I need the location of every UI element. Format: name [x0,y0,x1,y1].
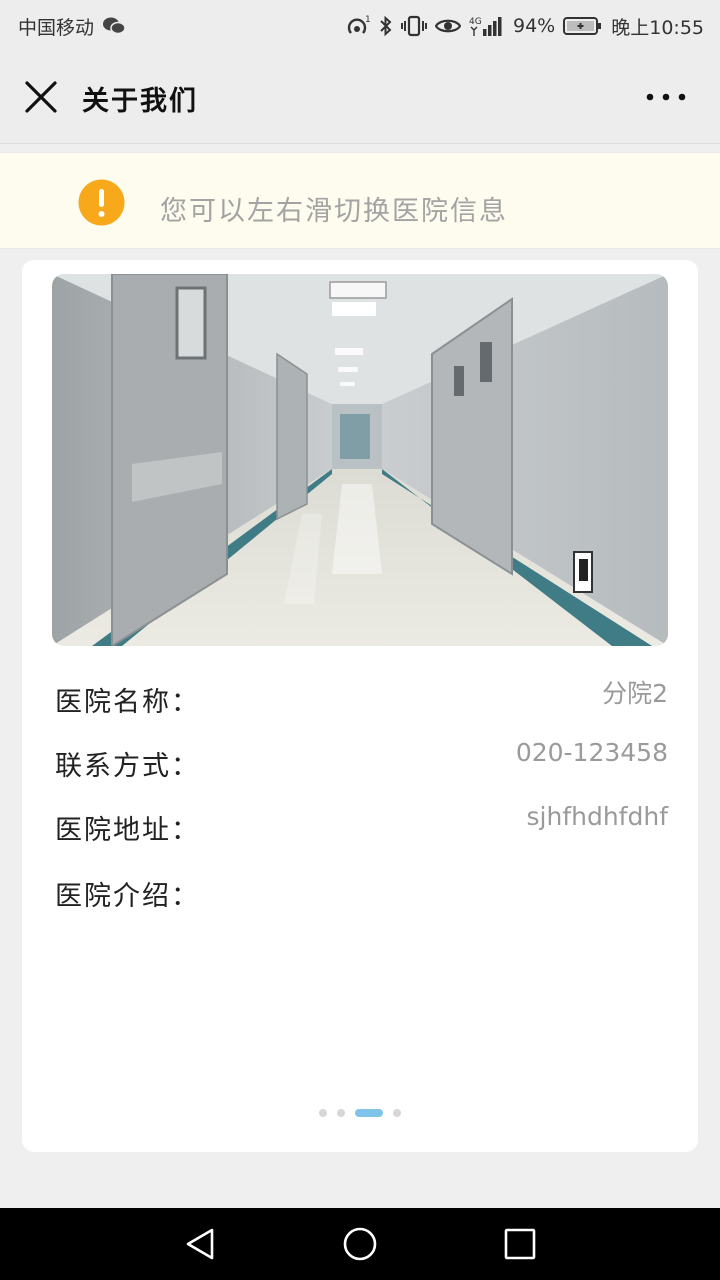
carousel-indicator [22,1108,698,1118]
carousel-dot-active[interactable] [355,1109,383,1117]
home-icon[interactable] [342,1226,378,1262]
eye-icon [435,17,461,35]
clock: 晚上10:55 [611,16,704,39]
warning-icon [78,179,125,226]
contact-label: 联系方式： [55,751,200,782]
hospital-card[interactable]: 医院名称： 分院2 联系方式： 020-123458 医院地址： sjhfhdh… [22,260,698,1152]
address-row: 医院地址： sjhfhdhfdhf [55,802,668,848]
page-title: 关于我们 [82,86,198,117]
hospital-name-row: 医院名称： 分院2 [55,679,668,720]
carrier-label: 中国移动 [18,16,95,39]
vibrate-icon [401,15,427,37]
intro-label: 医院介绍： [55,881,200,912]
more-icon[interactable] [646,88,686,106]
signal-icon: 4G [469,15,505,37]
hotspot-icon: 1 [345,15,371,37]
address-label: 医院地址： [55,815,200,846]
hospital-name-label: 医院名称： [55,687,200,718]
battery-icon [563,16,603,36]
hospital-photo [52,274,668,646]
swipe-notice: 您可以左右滑切换医院信息 [0,152,720,249]
back-icon[interactable] [182,1226,218,1262]
svg-text:4G: 4G [469,17,482,27]
carousel-dot[interactable] [393,1109,401,1117]
carousel-dot[interactable] [337,1109,345,1117]
system-nav-bar [0,1208,720,1280]
close-icon[interactable] [22,78,60,116]
svg-text:1: 1 [365,15,371,25]
status-right: 1 4G 94% 晚上10:55 [345,13,704,40]
battery-percent: 94% [513,15,556,37]
intro-row: 医院介绍： [55,874,668,914]
notice-text: 您可以左右滑切换医院信息 [160,196,508,227]
address-value: sjhfhdhfdhf [526,802,669,831]
status-left: 中国移动 [18,13,126,40]
nav-bar: 关于我们 [0,52,720,144]
recents-icon[interactable] [502,1226,538,1262]
contact-row: 联系方式： 020-123458 [55,738,668,784]
hospital-name-value: 分院2 [602,679,668,708]
bluetooth-icon [379,15,393,37]
wechat-icon [102,16,126,36]
contact-value: 020-123458 [515,738,668,767]
status-bar: 中国移动 1 4G 94% 晚上10:55 [0,0,720,52]
carousel-dot[interactable] [319,1109,327,1117]
